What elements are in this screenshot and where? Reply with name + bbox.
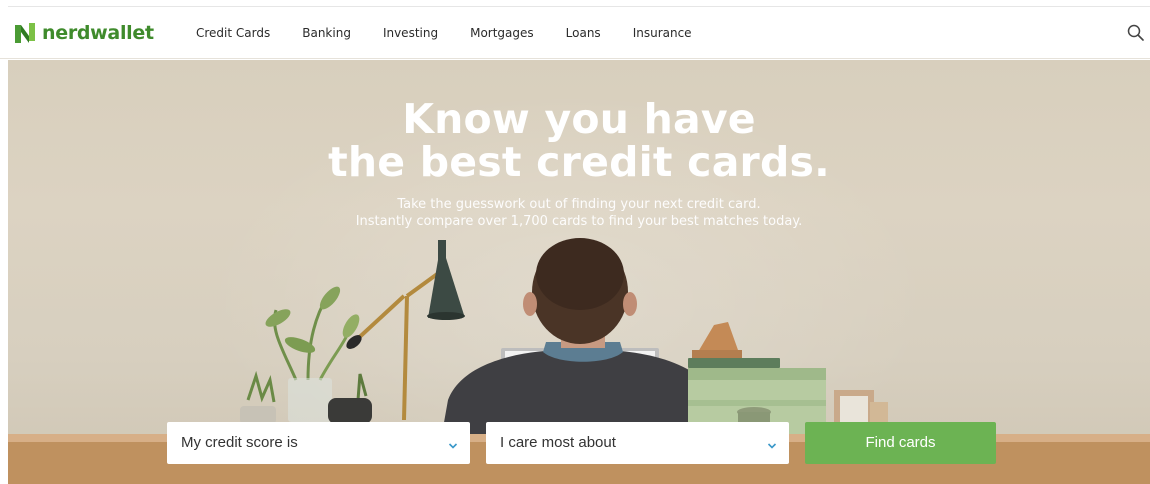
care-most-about-select[interactable]: I care most about <box>486 422 789 464</box>
nav-investing[interactable]: Investing <box>383 26 438 40</box>
headline-line-1: Know you have <box>402 95 756 143</box>
subtitle-line-1: Take the guesswork out of finding your n… <box>397 197 761 212</box>
nav-insurance[interactable]: Insurance <box>633 26 692 40</box>
chevron-down-icon <box>767 438 777 449</box>
desk-items-right <box>688 322 888 434</box>
nerdwallet-logo[interactable]: nerdwallet <box>14 20 154 46</box>
nav-banking[interactable]: Banking <box>302 26 351 40</box>
logo-wordmark: nerdwallet <box>42 22 154 44</box>
site-header: nerdwallet Credit Cards Banking Investin… <box>0 7 1150 59</box>
hero-headline: Know you have the best credit cards. <box>8 98 1150 184</box>
credit-score-select-label: My credit score is <box>181 434 298 451</box>
chevron-down-icon <box>448 438 458 449</box>
desk-lamp <box>346 240 465 421</box>
nerdwallet-logo-icon <box>14 22 36 44</box>
hero-subtitle: Take the guesswork out of finding your n… <box>8 196 1150 230</box>
subtitle-line-2: Instantly compare over 1,700 cards to fi… <box>355 214 803 229</box>
nav-mortgages[interactable]: Mortgages <box>470 26 534 40</box>
find-cards-button[interactable]: Find cards <box>805 422 996 464</box>
care-most-select-label: I care most about <box>500 434 616 451</box>
plants-left <box>240 286 372 424</box>
credit-score-select[interactable]: My credit score is <box>167 422 470 464</box>
headline-line-2: the best credit cards. <box>328 138 830 186</box>
nav-credit-cards[interactable]: Credit Cards <box>196 26 270 40</box>
hero-banner: Know you have the best credit cards. Tak… <box>8 60 1150 484</box>
main-nav: Credit Cards Banking Investing Mortgages… <box>196 7 724 59</box>
search-icon[interactable] <box>1126 23 1146 43</box>
nav-loans[interactable]: Loans <box>566 26 601 40</box>
